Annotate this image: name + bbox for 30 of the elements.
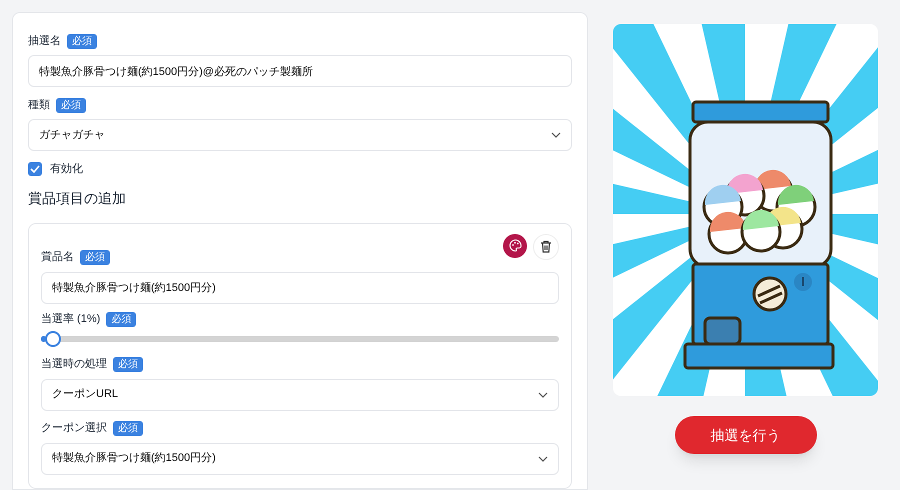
field-label: クーポン選択: [41, 421, 107, 436]
trash-icon: [540, 240, 552, 253]
required-badge: 必須: [67, 34, 97, 48]
field-label: 当選率 (1%): [41, 312, 100, 328]
delete-button[interactable]: [533, 234, 559, 260]
field-label: 当選時の処理: [41, 357, 107, 372]
slider-thumb[interactable]: [45, 330, 62, 346]
checkbox-label: 有効化: [50, 162, 83, 177]
chevron-down-icon: [551, 132, 561, 138]
text-field[interactable]: 特製魚介豚骨つけ麺(約1500円分)@必死のパッチ製麺所: [28, 55, 572, 87]
slider-track[interactable]: [41, 330, 559, 346]
draw-button[interactable]: 抽選を行う: [674, 416, 816, 454]
text-field[interactable]: 特製魚介豚骨つけ麺(約1500円分): [41, 272, 559, 304]
chevron-down-icon: [538, 392, 548, 398]
palette-button[interactable]: [503, 234, 527, 258]
select-field[interactable]: 特製魚介豚骨つけ麺(約1500円分): [41, 442, 559, 474]
required-badge: 必須: [56, 98, 86, 112]
select-field[interactable]: ガチャガチャ: [28, 119, 572, 151]
section-title: 賞品項目の追加: [28, 188, 127, 208]
required-badge: 必須: [113, 421, 143, 436]
checkbox[interactable]: [28, 162, 42, 176]
field-label: 種類: [28, 98, 50, 113]
required-badge: 必須: [80, 250, 110, 265]
select-field[interactable]: クーポンURL: [41, 378, 559, 410]
required-badge: 必須: [113, 357, 143, 372]
chevron-down-icon: [538, 456, 548, 462]
required-badge: 必須: [106, 312, 136, 327]
palette-icon: [508, 239, 522, 252]
field-label: 賞品名: [41, 250, 74, 266]
field-label: 抽選名: [28, 34, 61, 49]
